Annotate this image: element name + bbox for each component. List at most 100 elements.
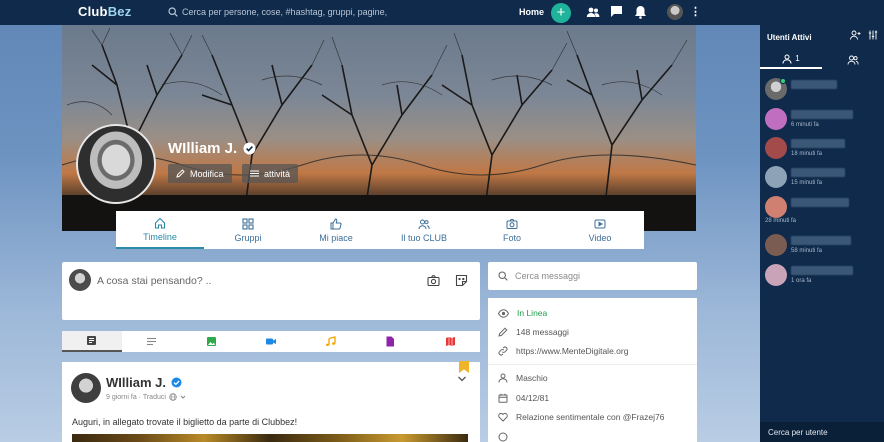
active-users-title: Utenti Attivi [767, 33, 812, 42]
active-user-name-blurred [791, 236, 851, 245]
active-users-tabs: 1 [760, 50, 884, 69]
cover-tree-silhouette [62, 27, 696, 231]
active-user-time: 28 minuti fa [765, 218, 797, 224]
active-user-item[interactable]: 15 minuti fa [765, 166, 879, 191]
active-user-avatar [765, 166, 787, 188]
online-indicator [780, 78, 786, 84]
post-composer[interactable]: A cosa stai pensando? .. [62, 262, 480, 320]
add-user-icon[interactable] [850, 30, 861, 40]
messages-search[interactable] [488, 262, 697, 290]
edit-profile-button[interactable]: Modifica [168, 164, 232, 183]
search-icon [168, 7, 178, 17]
tab-video[interactable]: Video [556, 211, 644, 249]
post-type-map[interactable] [420, 331, 480, 352]
post-options-chevron-icon[interactable] [457, 375, 467, 383]
post-meta: 9 giorni fa · Traduci [106, 393, 186, 401]
top-navbar: ClubBez Home + ⋮ [0, 0, 760, 25]
settings-sliders-icon[interactable] [868, 30, 878, 40]
grid-icon [242, 217, 254, 230]
active-user-avatar [765, 137, 787, 159]
activity-button[interactable]: attività [242, 164, 299, 183]
search-user-footer[interactable]: Cerca per utente [760, 422, 884, 442]
camera-icon[interactable] [427, 274, 440, 287]
eye-icon [498, 308, 509, 318]
verified-badge-icon [243, 142, 256, 155]
cover-photo [62, 25, 696, 231]
post-type-file[interactable] [361, 331, 421, 352]
messages-search-input[interactable] [515, 271, 685, 281]
post-card: WIlliam J. 9 giorni fa · Traduci Auguri,… [62, 362, 480, 442]
camera-icon [506, 218, 518, 229]
more-info-row [498, 432, 508, 442]
tab-mi-piace[interactable]: Mi piace [292, 211, 380, 249]
chat-icon[interactable] [610, 5, 623, 18]
active-user-item[interactable]: 28 minuti fa [765, 196, 879, 224]
post-author[interactable]: WIlliam J. [106, 375, 182, 390]
user-icon [782, 54, 792, 64]
active-user-name-blurred [791, 139, 845, 148]
post-time-translate[interactable]: 9 giorni fa · Traduci [106, 394, 166, 401]
chevron-down-icon[interactable] [180, 394, 186, 400]
user-icon [498, 373, 508, 383]
active-users-panel: Utenti Attivi 1 6 minuti fa 18 minuti fa… [760, 0, 884, 442]
global-search[interactable] [168, 4, 498, 20]
active-user-time: 1 ora fa [791, 278, 812, 284]
messages-count-row: 148 messaggi [498, 327, 569, 337]
active-user-item[interactable]: 6 minuti fa [765, 108, 879, 133]
clubbez-logo[interactable]: ClubBez [78, 4, 131, 19]
post-type-music[interactable] [301, 331, 361, 352]
active-user-item[interactable] [765, 78, 879, 103]
pencil-icon [176, 169, 185, 178]
online-count: 1 [795, 54, 800, 63]
post-type-text[interactable] [122, 331, 182, 352]
user-avatar[interactable] [667, 4, 683, 20]
tab-timeline[interactable]: Timeline [116, 211, 204, 249]
status-row: In Linea [498, 308, 547, 318]
verified-badge-icon [171, 377, 182, 388]
active-user-item[interactable]: 58 minuti fa [765, 234, 879, 259]
music-icon [326, 336, 336, 346]
divider [488, 364, 697, 365]
home-link[interactable]: Home [519, 7, 544, 17]
post-image[interactable] [72, 434, 468, 442]
post-type-text-box[interactable] [62, 331, 122, 352]
active-user-name-blurred [791, 266, 853, 275]
active-user-name-blurred [791, 110, 853, 119]
active-user-time: 6 minuti fa [791, 122, 819, 128]
tab-foto[interactable]: Foto [468, 211, 556, 249]
website-row: https://www.MenteDigitale.org [498, 346, 628, 356]
tab-all-users[interactable] [822, 50, 884, 69]
emoji-sticker-icon[interactable] [455, 274, 468, 287]
tab-gruppi[interactable]: Gruppi [204, 211, 292, 249]
text-box-icon [87, 336, 97, 345]
tab-online-users[interactable]: 1 [760, 50, 822, 69]
global-search-input[interactable] [182, 7, 492, 17]
post-type-image[interactable] [181, 331, 241, 352]
create-button[interactable]: + [551, 3, 571, 23]
birthday-text: 04/12/81 [516, 393, 550, 403]
active-user-name-blurred [791, 80, 837, 89]
list-icon [250, 170, 259, 177]
active-user-item[interactable]: 1 ora fa [765, 264, 879, 289]
globe-icon[interactable] [169, 393, 177, 401]
file-icon [386, 336, 395, 347]
heart-icon [498, 412, 508, 422]
website-link[interactable]: https://www.MenteDigitale.org [516, 346, 628, 356]
post-author-name[interactable]: WIlliam J. [106, 375, 166, 390]
active-user-avatar [765, 264, 787, 286]
users-icon[interactable] [586, 5, 600, 19]
composer-placeholder[interactable]: A cosa stai pensando? .. [97, 275, 211, 287]
gender-row: Maschio [498, 373, 548, 383]
thumbs-up-icon [330, 217, 342, 229]
tab-il-tuo-club[interactable]: Il tuo CLUB [380, 211, 468, 249]
more-vertical-icon[interactable]: ⋮ [690, 5, 701, 19]
active-user-item[interactable]: 18 minuti fa [765, 137, 879, 162]
active-user-name-blurred [791, 198, 849, 207]
active-user-avatar [765, 196, 787, 218]
bell-icon[interactable] [634, 5, 647, 19]
video-camera-icon [266, 338, 277, 345]
active-user-avatar [765, 234, 787, 256]
profile-picture[interactable] [76, 124, 156, 204]
post-author-avatar[interactable] [71, 373, 101, 403]
post-type-video[interactable] [241, 331, 301, 352]
